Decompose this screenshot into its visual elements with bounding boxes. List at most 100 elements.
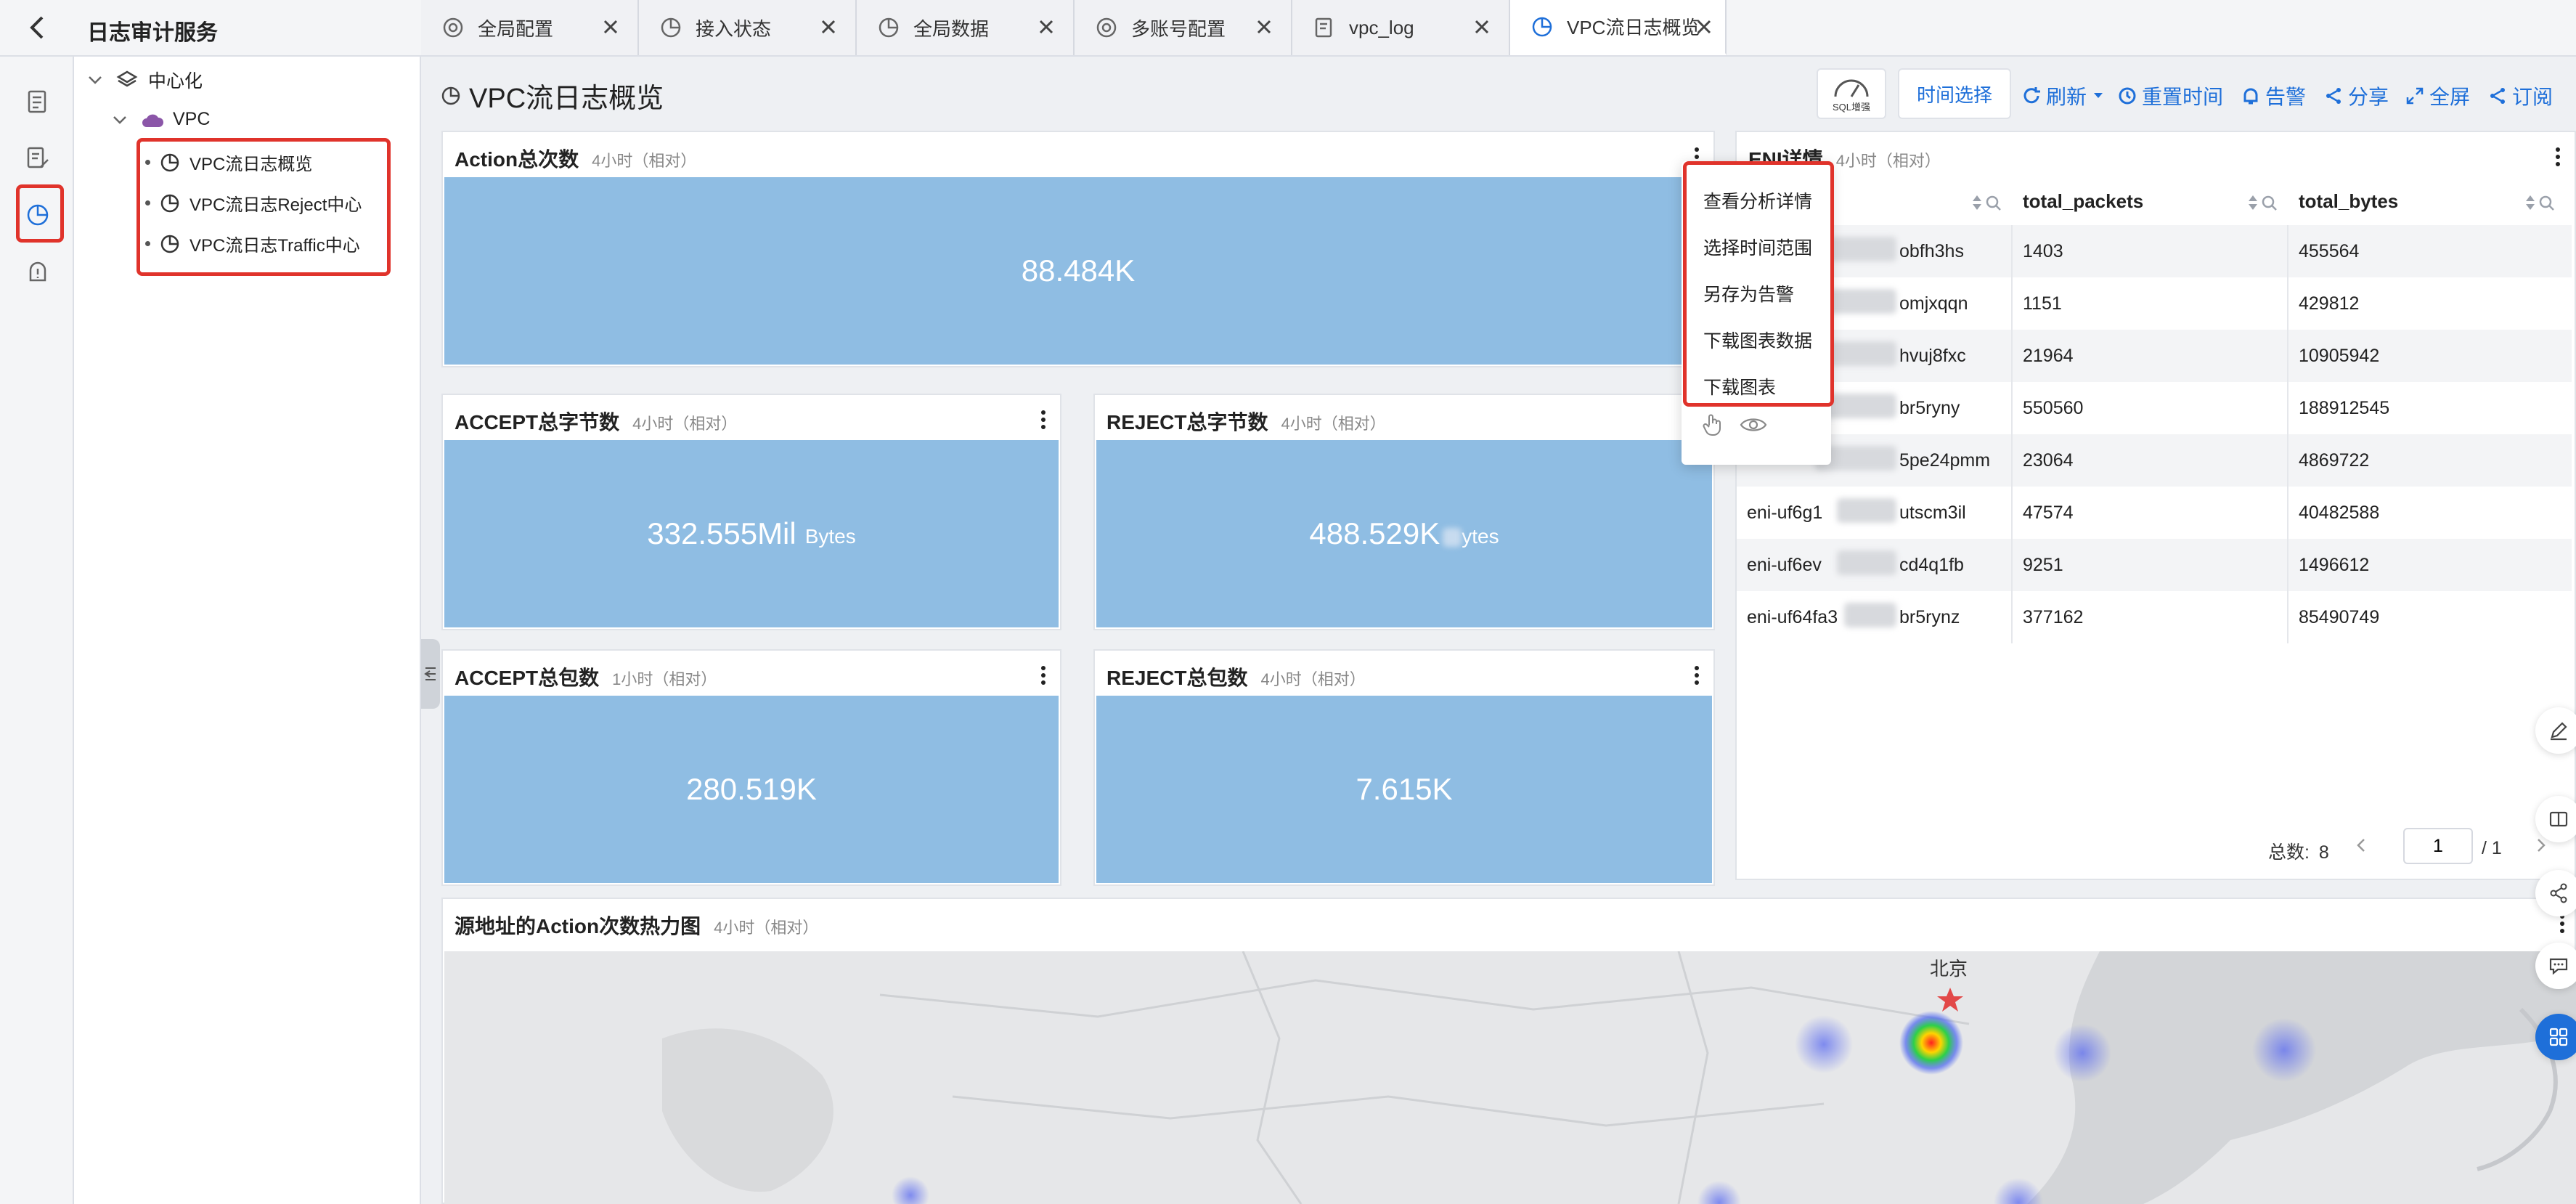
- close-icon[interactable]: [1253, 16, 1275, 38]
- more-menu-icon[interactable]: [1035, 407, 1051, 433]
- time-select-button[interactable]: 时间选择: [1898, 68, 2011, 119]
- subscribe-button[interactable]: 订阅: [2487, 78, 2553, 113]
- search-icon[interactable]: [2538, 195, 2556, 212]
- close-icon[interactable]: [818, 16, 839, 38]
- sort-icon[interactable]: [1970, 193, 1984, 212]
- tree-node-centralized[interactable]: 中心化: [87, 67, 203, 93]
- tab-label: 接入状态: [696, 17, 772, 40]
- refresh-icon: [2021, 86, 2042, 106]
- book-float-button[interactable]: [2535, 796, 2576, 842]
- chat-float-button[interactable]: [2535, 943, 2576, 989]
- pager-total-label: 总数:: [2268, 842, 2310, 863]
- cell-eni-suffix: br5ryny: [1899, 398, 1960, 418]
- panel-title-text: ACCEPT总字节数: [455, 411, 620, 434]
- column-header-bytes[interactable]: total_bytes: [2299, 190, 2398, 213]
- panel-time-range[interactable]: 4小时（相对）: [714, 915, 818, 938]
- fullscreen-button[interactable]: 全屏: [2405, 78, 2470, 113]
- panel-accept-packets: ACCEPT总包数 1小时（相对） 280.519K: [441, 649, 1061, 886]
- cell-packets: 21964: [2023, 346, 2074, 366]
- tab-vpc-log[interactable]: vpc_log: [1292, 0, 1510, 55]
- pie-chart-icon: [1530, 15, 1554, 38]
- eye-icon[interactable]: [1740, 415, 1767, 434]
- stat-value: 7.615K: [1356, 772, 1453, 806]
- redacted-region: [1844, 603, 1896, 627]
- tab-label: 全局数据: [913, 17, 990, 40]
- highlight-box: [1683, 161, 1834, 407]
- highlight-box: [16, 184, 64, 243]
- panel-title: ACCEPT总字节数 4小时（相对）: [455, 407, 737, 436]
- panel-time-range[interactable]: 1小时（相对）: [612, 667, 717, 690]
- cell-bytes: 188912545: [2299, 398, 2390, 418]
- collapse-sidebar-handle[interactable]: [421, 639, 440, 709]
- cell-bytes: 4869722: [2299, 450, 2370, 471]
- panel-time-range[interactable]: 4小时（相对）: [632, 411, 737, 434]
- search-icon[interactable]: [2261, 195, 2278, 212]
- stat-value-area: 488.529K ytes: [1096, 440, 1712, 627]
- alert-settings-icon[interactable]: [19, 253, 57, 290]
- settings-icon: [1095, 16, 1118, 39]
- sort-icon[interactable]: [2524, 193, 2537, 212]
- pager-total: 总数: 8: [2268, 838, 2329, 864]
- pager-total-value: 8: [2318, 842, 2329, 863]
- log-list-icon[interactable]: [19, 83, 57, 121]
- edit-float-button[interactable]: [2535, 707, 2576, 754]
- cell-bytes: 10905942: [2299, 346, 2380, 366]
- sql-enhance-button[interactable]: SQL增强: [1817, 68, 1886, 119]
- alert-button[interactable]: 告警: [2241, 78, 2306, 113]
- cell-eni-suffix: cd4q1fb: [1899, 555, 1964, 575]
- hand-pointer-icon[interactable]: [1700, 412, 1725, 437]
- tab-vpc-flow-overview[interactable]: VPC流日志概览: [1510, 0, 1727, 55]
- tab-multi-account[interactable]: 多账号配置: [1075, 0, 1292, 55]
- tree-node-vpc[interactable]: VPC: [112, 109, 210, 130]
- panel-time-range[interactable]: 4小时（相对）: [592, 148, 696, 171]
- reset-time-button[interactable]: 重置时间: [2117, 78, 2223, 113]
- cell-packets: 550560: [2023, 398, 2084, 418]
- subscribe-label: 订阅: [2512, 86, 2553, 108]
- edit-log-icon[interactable]: [19, 139, 57, 177]
- panel-title: 源地址的Action次数热力图 4小时（相对）: [455, 911, 818, 940]
- map-city-label: 北京: [1930, 958, 1968, 980]
- panel-time-range[interactable]: 4小时（相对）: [1836, 148, 1941, 171]
- panel-title-text: REJECT总包数: [1106, 667, 1248, 689]
- pencil-icon: [2548, 720, 2569, 741]
- close-icon[interactable]: [1471, 16, 1493, 38]
- pie-chart-icon: [877, 16, 900, 39]
- cell-eni-suffix: omjxqqn: [1899, 293, 1968, 314]
- close-icon[interactable]: [600, 16, 621, 38]
- panel-time-range[interactable]: 4小时（相对）: [1260, 667, 1365, 690]
- more-menu-icon[interactable]: [2550, 144, 2566, 170]
- close-icon[interactable]: [1035, 16, 1057, 38]
- panel-action-total: Action总次数 4小时（相对） 88.484K: [441, 131, 1715, 367]
- chevron-left-icon[interactable]: [2354, 835, 2368, 855]
- page-number-input[interactable]: [2403, 828, 2473, 864]
- tab-global-config[interactable]: 全局配置: [421, 0, 639, 55]
- refresh-button[interactable]: 刷新: [2021, 78, 2104, 113]
- panel-title-text: ACCEPT总包数: [455, 667, 600, 689]
- stat-value: 280.519K: [686, 772, 817, 806]
- panel-title-text: Action总次数: [455, 148, 579, 171]
- stat-value-area: 88.484K: [444, 177, 1712, 365]
- share-icon: [2548, 882, 2569, 904]
- share-button[interactable]: 分享: [2323, 78, 2389, 113]
- back-arrow-icon[interactable]: [23, 13, 52, 42]
- share-float-button[interactable]: [2535, 870, 2576, 916]
- search-icon[interactable]: [1985, 195, 2002, 212]
- close-icon[interactable]: [1693, 16, 1715, 38]
- cell-eni-suffix: utscm3il: [1899, 503, 1966, 523]
- panel-time-range[interactable]: 4小时（相对）: [1281, 411, 1385, 434]
- tab-global-data[interactable]: 全局数据: [857, 0, 1075, 55]
- heatmap-map[interactable]: 北京: [444, 951, 2576, 1204]
- stat-value-area: 7.615K: [1096, 696, 1712, 883]
- more-menu-icon[interactable]: [1035, 662, 1051, 688]
- column-header-packets[interactable]: total_packets: [2023, 190, 2143, 213]
- cell-eni-prefix: eni-uf64fa3: [1747, 607, 1838, 627]
- caret-down-icon: [2092, 91, 2104, 100]
- tab-access-status[interactable]: 接入状态: [639, 0, 857, 55]
- share-icon: [2323, 86, 2344, 106]
- apps-float-button[interactable]: [2535, 1014, 2576, 1060]
- sort-icon[interactable]: [2246, 193, 2259, 212]
- apps-grid-icon: [2548, 1026, 2569, 1048]
- more-menu-icon[interactable]: [1689, 662, 1705, 688]
- page-title: VPC流日志概览: [440, 76, 664, 115]
- cloud-icon: [141, 111, 164, 129]
